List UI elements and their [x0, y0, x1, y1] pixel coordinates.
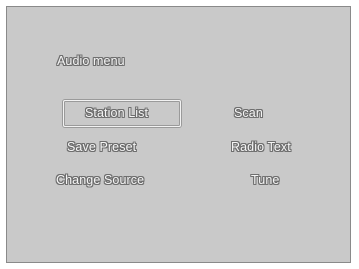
station-list-option[interactable]: Station List [85, 106, 148, 120]
scan-option[interactable]: Scan [234, 106, 263, 120]
radio-text-option[interactable]: Radio Text [231, 140, 291, 154]
audio-menu-screen: Audio menu Station List Scan Save Preset… [6, 6, 351, 263]
tune-option[interactable]: Tune [251, 173, 279, 187]
change-source-option[interactable]: Change Source [56, 173, 144, 187]
menu-title: Audio menu [57, 54, 125, 68]
save-preset-option[interactable]: Save Preset [67, 140, 136, 154]
